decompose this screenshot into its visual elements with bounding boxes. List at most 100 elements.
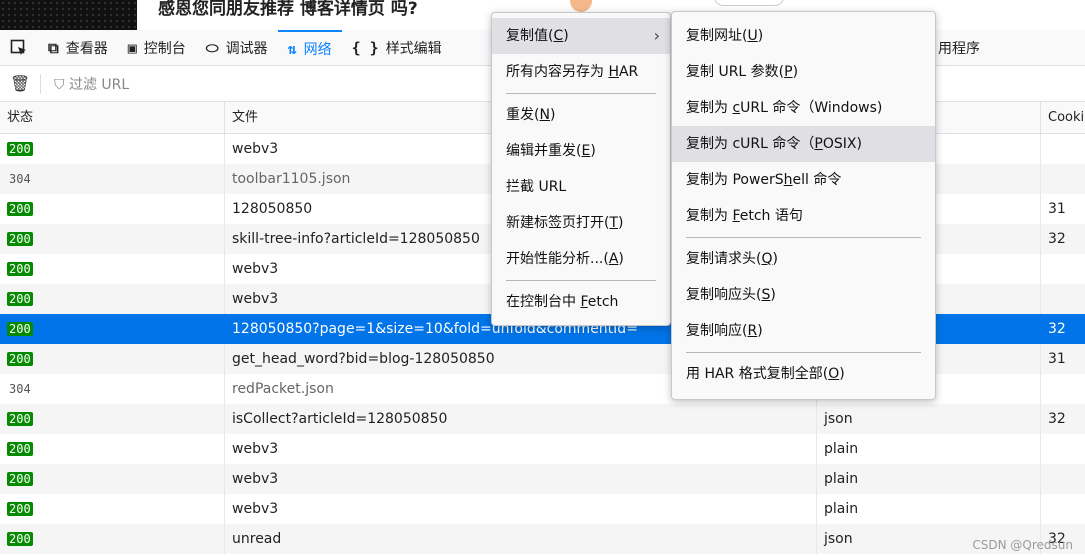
status-cell: 200 bbox=[0, 404, 224, 434]
cookies-cell: 32 bbox=[1048, 321, 1066, 337]
status-cell: 200 bbox=[0, 254, 224, 284]
menu-separator bbox=[506, 280, 656, 281]
status-cell: 200 bbox=[0, 524, 224, 554]
menu-item-copy-curl-windows[interactable]: 复制为 cURL 命令（Windows) bbox=[672, 90, 935, 126]
debugger-icon: ⬭ bbox=[205, 38, 219, 57]
menu-item-block-url[interactable]: 拦截 URL bbox=[492, 169, 670, 205]
access-key: Q bbox=[761, 251, 773, 267]
tab-application[interactable]: 用程序 bbox=[928, 30, 990, 66]
menu-item-console-fetch[interactable]: 在控制台中 Fetch bbox=[492, 284, 670, 320]
menu-item-copy-all-har[interactable]: 用 HAR 格式复制全部(O) bbox=[672, 356, 935, 392]
column-header-status[interactable]: 状态 bbox=[0, 102, 224, 134]
context-menu: 复制值(C) › 所有内容另存为 HAR 重发(N) 编辑并重发(E) 拦截 URL 新建标… bbox=[491, 12, 671, 326]
cookies-cell: 31 bbox=[1040, 194, 1085, 224]
menu-item-start-profiling[interactable]: 开始性能分析...(A) bbox=[492, 241, 670, 277]
table-row[interactable]: 200 unread json 32 bbox=[0, 524, 1085, 554]
type-cell: plain bbox=[816, 434, 1040, 464]
tab-console[interactable]: ▣ 控制台 bbox=[118, 30, 196, 65]
trash-icon[interactable]: 🗑 bbox=[10, 74, 30, 93]
menu-item-label-rest: ) bbox=[590, 143, 596, 159]
menu-item-label: 复制为 cURL 命令（ bbox=[686, 136, 815, 152]
access-key: R bbox=[747, 323, 758, 339]
table-row[interactable]: 200 isCollect?articleId=128050850 json 32 bbox=[0, 404, 1085, 434]
page-button[interactable] bbox=[714, 0, 784, 6]
type-cell: plain bbox=[816, 464, 1040, 494]
filter-url-input[interactable]: ⛉ 过滤 URL bbox=[54, 74, 129, 94]
status-badge: 304 bbox=[9, 172, 31, 186]
menu-item-label-rest: ) bbox=[792, 64, 799, 80]
menu-item-edit-resend[interactable]: 编辑并重发(E) bbox=[492, 133, 670, 169]
menu-item-label: 编辑并重发( bbox=[506, 143, 582, 159]
menu-item-copy-value[interactable]: 复制值(C) › bbox=[492, 18, 670, 54]
menu-separator bbox=[686, 237, 921, 238]
watermark: CSDN @Qredsun bbox=[972, 538, 1073, 552]
menu-item-label: 复制 URL 参数( bbox=[686, 64, 785, 80]
tab-network[interactable]: ⇅ 网络 bbox=[277, 30, 342, 65]
menu-item-open-new-tab[interactable]: 新建标签页打开(T) bbox=[492, 205, 670, 241]
access-key: H bbox=[608, 64, 619, 80]
menu-item-copy-url[interactable]: 复制网址(U) bbox=[672, 18, 935, 54]
menu-item-label: 在控制台中 bbox=[506, 294, 581, 310]
menu-item-copy-powershell[interactable]: 复制为 PowerShell 命令 bbox=[672, 162, 935, 198]
access-key: N bbox=[539, 107, 550, 123]
access-key: F bbox=[580, 294, 588, 310]
status-badge: 200 bbox=[7, 532, 33, 546]
menu-separator bbox=[686, 352, 921, 353]
tab-inspector[interactable]: ⧉ 查看器 bbox=[38, 30, 118, 65]
file-cell: webv3 bbox=[224, 464, 816, 494]
element-picker-button[interactable] bbox=[0, 30, 38, 65]
cookies-cell bbox=[1040, 434, 1085, 464]
menu-item-save-all-har[interactable]: 所有内容另存为 HAR bbox=[492, 54, 670, 90]
menu-item-label-rest: ell 命令 bbox=[792, 172, 842, 188]
table-row[interactable]: 200 webv3 plain bbox=[0, 434, 1085, 464]
menu-item-label-rest: ) bbox=[549, 107, 556, 123]
access-key: E bbox=[581, 143, 591, 159]
copy-submenu: 复制网址(U) 复制 URL 参数(P) 复制为 cURL 命令（Windows) 复… bbox=[671, 11, 936, 400]
page-image bbox=[0, 0, 137, 30]
menu-item-label-rest: ) bbox=[618, 215, 624, 231]
menu-item-label: 复制响应( bbox=[686, 323, 748, 339]
menu-item-label: 复制为 bbox=[686, 208, 733, 224]
menu-item-resend[interactable]: 重发(N) bbox=[492, 97, 670, 133]
menu-item-copy-curl-posix[interactable]: 复制为 cURL 命令（POSIX) bbox=[672, 126, 935, 162]
menu-item-copy-url-params[interactable]: 复制 URL 参数(P) bbox=[672, 54, 935, 90]
status-badge: 200 bbox=[7, 142, 33, 156]
cookies-cell bbox=[1040, 164, 1085, 194]
access-key: P bbox=[784, 64, 793, 80]
cookies-cell bbox=[1040, 494, 1085, 524]
table-row[interactable]: 200 webv3 plain bbox=[0, 464, 1085, 494]
tab-label: 控制台 bbox=[143, 40, 186, 57]
status-badge: 200 bbox=[7, 442, 33, 456]
menu-item-label: 重发( bbox=[506, 107, 540, 123]
filter-placeholder: 过滤 URL bbox=[68, 77, 130, 93]
access-key: A bbox=[608, 251, 619, 267]
menu-item-copy-request-headers[interactable]: 复制请求头(Q) bbox=[672, 241, 935, 277]
tab-label: 查看器 bbox=[65, 40, 108, 57]
cookies-cell bbox=[1040, 254, 1085, 284]
tab-style-editor[interactable]: { } 样式编辑 bbox=[342, 30, 452, 65]
menu-item-copy-fetch[interactable]: 复制为 Fetch 语句 bbox=[672, 198, 935, 234]
status-cell: 304 bbox=[0, 374, 224, 404]
status-badge: 200 bbox=[7, 502, 33, 516]
menu-item-copy-response-headers[interactable]: 复制响应头(S) bbox=[672, 277, 935, 313]
tab-debugger[interactable]: ⬭ 调试器 bbox=[196, 30, 278, 65]
access-key: U bbox=[747, 28, 758, 44]
menu-separator bbox=[506, 93, 656, 94]
cookies-cell: 32 bbox=[1040, 404, 1085, 434]
menu-item-label: 复制请求头( bbox=[686, 251, 762, 267]
access-key: F bbox=[732, 208, 740, 224]
tab-label: 样式编辑 bbox=[385, 40, 442, 57]
chevron-right-icon: › bbox=[653, 26, 660, 45]
access-key: O bbox=[828, 366, 840, 382]
menu-item-label: 复制值( bbox=[506, 28, 554, 44]
type-cell: json bbox=[816, 404, 1040, 434]
menu-item-label: 所有内容另存为 bbox=[506, 64, 609, 80]
menu-item-label-rest: OSIX) bbox=[822, 136, 862, 152]
menu-item-label-rest: ) bbox=[618, 251, 624, 267]
column-header-cookies[interactable]: Cooki bbox=[1040, 102, 1085, 134]
table-row[interactable]: 200 webv3 plain bbox=[0, 494, 1085, 524]
menu-item-copy-response[interactable]: 复制响应(R) bbox=[672, 313, 935, 349]
cookies-cell bbox=[1040, 284, 1085, 314]
status-badge: 200 bbox=[7, 292, 33, 306]
type-cell: plain bbox=[816, 494, 1040, 524]
